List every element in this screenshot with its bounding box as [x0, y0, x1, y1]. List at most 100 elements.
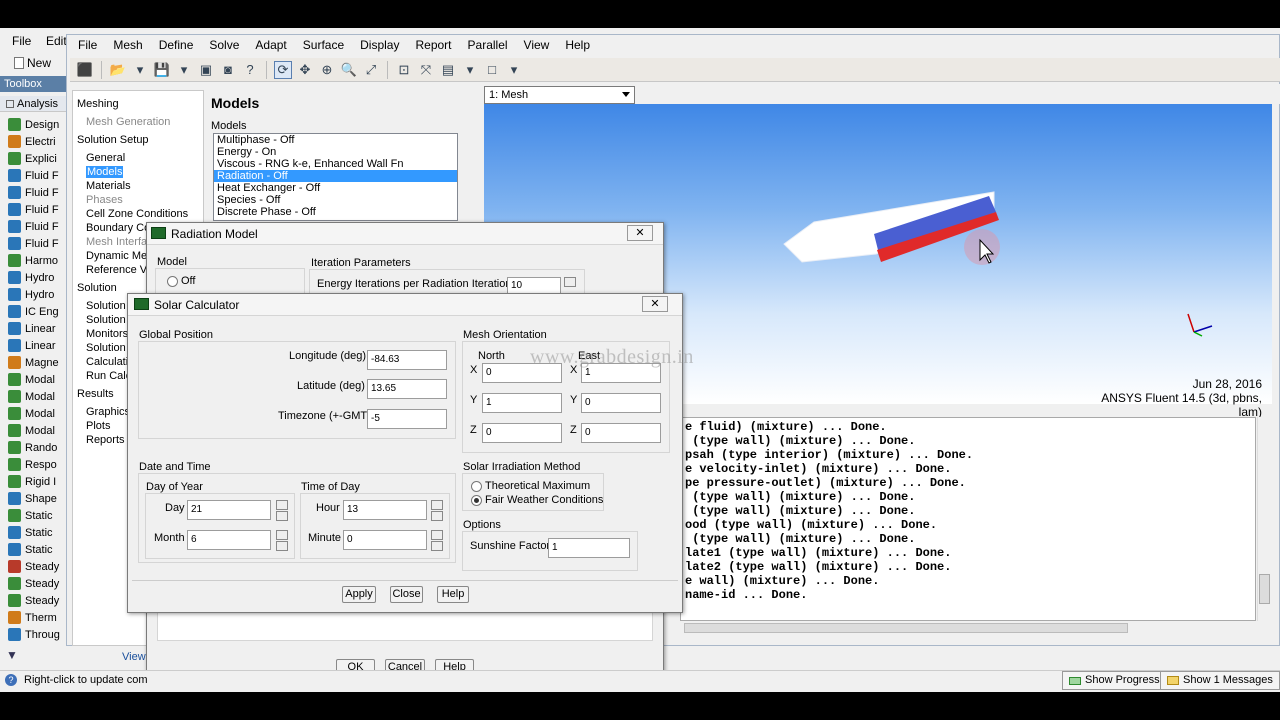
rotate-icon[interactable]: ⟳	[274, 60, 292, 79]
nav-monitors[interactable]: Monitors	[86, 328, 128, 340]
model-list-item[interactable]: Viscous - RNG k-e, Enhanced Wall Fn	[214, 158, 457, 170]
dropdown-arrow-icon[interactable]: ▾	[175, 61, 193, 79]
views-icon[interactable]: ▤	[439, 61, 457, 79]
toolbox-item[interactable]: Throug	[8, 626, 66, 643]
nav-boundary-conditions[interactable]: Boundary Co	[86, 222, 150, 234]
console-scroll-thumb[interactable]	[1259, 574, 1270, 604]
nav-dynamic-mesh[interactable]: Dynamic Mes	[86, 250, 153, 262]
model-list-item[interactable]: Energy - On	[214, 146, 457, 158]
nav-run-calculation[interactable]: Run Calc	[86, 370, 131, 382]
nav-solution-initialization[interactable]: Solution	[86, 342, 126, 354]
toolbox-item[interactable]: Respo	[8, 456, 66, 473]
toolbox-item[interactable]: IC Eng	[8, 303, 66, 320]
toolbox-item[interactable]: Magne	[8, 354, 66, 371]
latitude-input[interactable]: 13.65	[367, 379, 447, 399]
apply-button[interactable]: Apply	[342, 586, 376, 603]
wb-menu-file[interactable]: File	[12, 34, 31, 48]
longitude-input[interactable]: -84.63	[367, 350, 447, 370]
dropdown-arrow-icon[interactable]: ▾	[505, 61, 523, 79]
fluent-menu-help[interactable]: Help	[557, 37, 598, 55]
toolbox-item[interactable]: Harmo	[8, 252, 66, 269]
fluent-menu-view[interactable]: View	[516, 37, 558, 55]
sunshine-factor-input[interactable]: 1	[548, 538, 630, 558]
model-list-item[interactable]: Species - Off	[214, 194, 457, 206]
toolbox-item[interactable]: Steady	[8, 592, 66, 609]
fluent-menu-report[interactable]: Report	[407, 37, 459, 55]
theoretical-maximum-radio[interactable]	[471, 481, 482, 492]
fluent-menu-solve[interactable]: Solve	[201, 37, 247, 55]
fluent-menu-surface[interactable]: Surface	[295, 37, 352, 55]
open-folder-icon[interactable]: 📂	[109, 61, 127, 79]
toolbox-item[interactable]: Shape	[8, 490, 66, 507]
nav-cell-zone-conditions[interactable]: Cell Zone Conditions	[86, 208, 188, 220]
filter-icon[interactable]: ▼	[6, 648, 18, 662]
nav-solution-controls[interactable]: Solution	[86, 314, 126, 326]
toolbox-item[interactable]: Steady	[8, 575, 66, 592]
toolbox-item[interactable]: Fluid F	[8, 167, 66, 184]
spin-up-icon[interactable]	[431, 530, 443, 540]
dropdown-arrow-icon[interactable]: ▾	[461, 61, 479, 79]
wb-menu-edit[interactable]: Edit	[46, 34, 67, 48]
toolbox-item[interactable]: Modal	[8, 405, 66, 422]
toolbox-item[interactable]: Linear	[8, 337, 66, 354]
toolbox-item[interactable]: Static	[8, 507, 66, 524]
fair-weather-radio[interactable]	[471, 495, 482, 506]
show-messages-button[interactable]: Show 1 Messages	[1160, 671, 1280, 690]
east-y-input[interactable]: 0	[581, 393, 661, 413]
toolbox-item[interactable]: Modal	[8, 388, 66, 405]
model-list-item[interactable]: Multiphase - Off	[214, 134, 457, 146]
spin-down-icon[interactable]	[276, 541, 288, 551]
hour-spinner[interactable]	[431, 500, 443, 522]
close-icon[interactable]: ✕	[642, 296, 668, 312]
close-icon[interactable]: ✕	[627, 225, 653, 241]
probe-icon[interactable]: ⤢	[362, 61, 380, 79]
nav-reference-values[interactable]: Reference Va	[86, 264, 152, 276]
layout-icon[interactable]: □	[483, 61, 501, 79]
nav-calculation-activities[interactable]: Calculati	[86, 356, 128, 368]
close-button[interactable]: Close	[390, 586, 423, 603]
toolbox-item[interactable]: Static	[8, 524, 66, 541]
month-input[interactable]: 6	[187, 530, 271, 550]
toolbox-item[interactable]: Rando	[8, 439, 66, 456]
nav-plots[interactable]: Plots	[86, 420, 110, 432]
nav-materials[interactable]: Materials	[86, 180, 131, 192]
hour-input[interactable]: 13	[343, 500, 427, 520]
model-list-item[interactable]: Discrete Phase - Off	[214, 206, 457, 218]
analysis-systems-header[interactable]: Analysis	[0, 96, 66, 112]
toolbox-item[interactable]: Fluid F	[8, 184, 66, 201]
toolbox-item[interactable]: Rigid I	[8, 473, 66, 490]
toolbox-item[interactable]: Steady	[8, 558, 66, 575]
north-y-input[interactable]: 1	[482, 393, 562, 413]
toolbox-item[interactable]: Modal	[8, 422, 66, 439]
help-button[interactable]: Help	[437, 586, 469, 603]
models-list[interactable]: Multiphase - Off Energy - On Viscous - RNG…	[213, 133, 458, 221]
toolbox-item[interactable]: Fluid F	[8, 235, 66, 252]
nav-mesh-generation[interactable]: Mesh Generation	[86, 116, 170, 128]
north-z-input[interactable]: 0	[482, 423, 562, 443]
toolbox-item[interactable]: Hydro	[8, 286, 66, 303]
save-icon[interactable]: 💾	[153, 61, 171, 79]
toolbox-item[interactable]: Static	[8, 541, 66, 558]
fit-to-window-icon[interactable]: ⤧	[417, 61, 435, 79]
console-hscroll-thumb[interactable]	[684, 623, 1128, 633]
spin-down-icon[interactable]	[431, 511, 443, 521]
day-input[interactable]: 21	[187, 500, 271, 520]
console-output[interactable]: e fluid) (mixture) ... Done. (type wall)…	[680, 417, 1256, 621]
toolbox-item[interactable]: Explici	[8, 150, 66, 167]
model-list-item[interactable]: Heat Exchanger - Off	[214, 182, 457, 194]
fluent-menu-file[interactable]: File	[70, 37, 105, 55]
fluent-menu-parallel[interactable]: Parallel	[460, 37, 516, 55]
timezone-input[interactable]: -5	[367, 409, 447, 429]
fluent-menu-display[interactable]: Display	[352, 37, 407, 55]
toolbox-item[interactable]: Hydro	[8, 269, 66, 286]
spin-up-icon[interactable]	[564, 277, 576, 287]
day-spinner[interactable]	[276, 500, 288, 522]
spin-up-icon[interactable]	[276, 500, 288, 510]
show-progress-button[interactable]: Show Progress	[1062, 671, 1167, 690]
nav-graphics[interactable]: Graphics	[86, 406, 130, 418]
spin-down-icon[interactable]	[276, 511, 288, 521]
month-spinner[interactable]	[276, 530, 288, 552]
stop-icon[interactable]: ⬛	[76, 61, 94, 79]
wb-new-button[interactable]: New	[14, 56, 51, 70]
zoom-icon[interactable]: ⊕	[318, 61, 336, 79]
